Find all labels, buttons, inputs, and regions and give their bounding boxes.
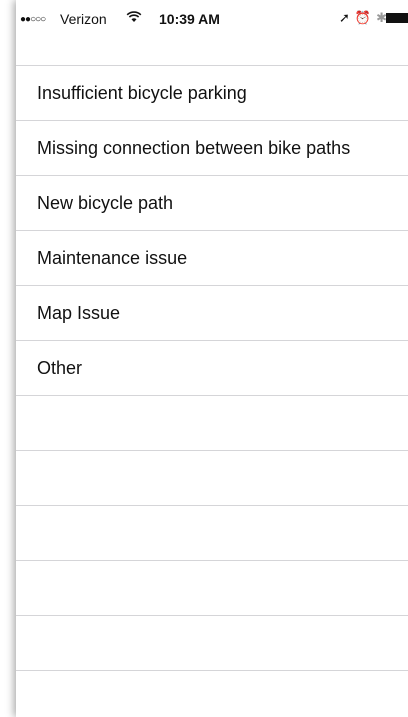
empty-row <box>16 450 408 505</box>
status-icons: ➚ ⏰ ✱ <box>339 10 392 26</box>
empty-row <box>16 615 408 670</box>
empty-row <box>16 560 408 615</box>
wifi-icon <box>126 10 142 27</box>
list-item[interactable]: Map Issue <box>16 285 408 340</box>
list-item-label: Other <box>37 358 83 378</box>
list-item-label: New bicycle path <box>37 193 174 213</box>
signal-strength-icon: ●●○○○ <box>20 14 46 25</box>
alarm-icon: ⏰ <box>354 10 372 25</box>
issue-type-list: Insufficient bicycle parking Missing con… <box>16 65 408 671</box>
list-item-label: Maintenance issue <box>37 248 188 268</box>
list-item[interactable]: Other <box>16 340 408 395</box>
list-item[interactable]: New bicycle path <box>16 175 408 230</box>
battery-icon <box>386 13 408 23</box>
empty-row <box>16 505 408 560</box>
carrier-name: Verizon <box>60 11 107 27</box>
list-item[interactable]: Insufficient bicycle parking <box>16 65 408 120</box>
list-item-label: Map Issue <box>37 303 121 323</box>
list-item-label: Insufficient bicycle parking <box>37 83 247 103</box>
row-divider <box>16 670 408 671</box>
list-item[interactable]: Missing connection between bike paths <box>16 120 408 175</box>
status-bar: ●●○○○ Verizon 10:39 AM ➚ ⏰ ✱ <box>16 0 408 38</box>
clock-time: 10:39 AM <box>159 11 220 27</box>
list-item-label: Missing connection between bike paths <box>37 138 351 158</box>
empty-row <box>16 395 408 450</box>
phone-screen: ●●○○○ Verizon 10:39 AM ➚ ⏰ ✱ Insufficient … <box>16 0 408 717</box>
list-item[interactable]: Maintenance issue <box>16 230 408 285</box>
location-arrow-icon: ➚ <box>339 10 350 25</box>
